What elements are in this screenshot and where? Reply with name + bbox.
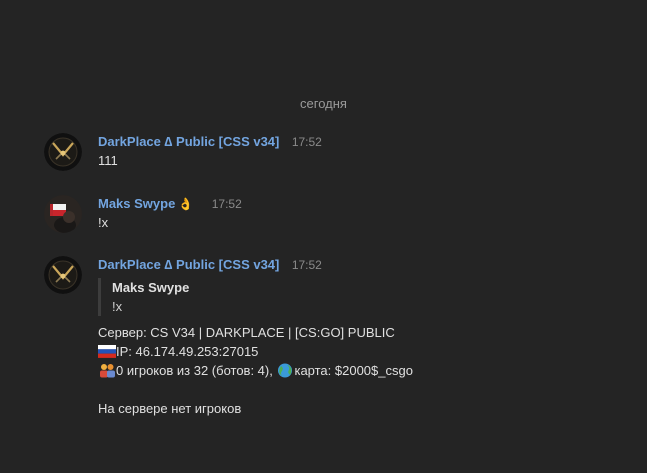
message: DarkPlace ∆ Public [CSS v34] 17:52 Maks … (44, 256, 624, 436)
server-line: Сервер: CS V34 | DARKPLACE | [CS:GO] PUB… (98, 325, 395, 340)
no-players-line: На сервере нет игроков (98, 401, 242, 416)
reply-quote[interactable]: Maks Swype !x (98, 278, 618, 316)
message-author[interactable]: Maks Swype (98, 196, 175, 211)
message-text: !x (98, 215, 109, 230)
ok-hand-icon: 👌 (178, 197, 194, 211)
date-divider: сегодня (300, 96, 347, 111)
message: Maks Swype 👌 17:52 !x (44, 195, 624, 235)
reply-text: !x (112, 299, 123, 314)
message-time: 17:52 (211, 197, 242, 211)
reply-author: Maks Swype (112, 280, 190, 295)
message-author[interactable]: DarkPlace ∆ Public [CSS v34] (98, 134, 279, 149)
avatar[interactable] (44, 133, 82, 171)
people-icon (100, 364, 115, 378)
russia-flag-icon (98, 345, 116, 358)
globe-icon (278, 363, 293, 378)
players-text: 0 игроков из 32 (ботов: 4), (116, 363, 277, 378)
chat-window: сегодня DarkPlace ∆ Public [CSS v34] 17:… (0, 0, 647, 473)
message-time: 17:52 (291, 258, 322, 272)
darkplace-logo-icon (44, 256, 82, 294)
map-text: карта: $2000$_csgo (294, 363, 413, 378)
darkplace-logo-icon (44, 133, 82, 171)
message-text: 111 (98, 153, 118, 168)
ip-line: IP: 46.174.49.253:27015 (98, 342, 618, 361)
avatar[interactable] (44, 256, 82, 294)
message-time: 17:52 (291, 135, 322, 149)
ip-text: IP: 46.174.49.253:27015 (116, 344, 259, 359)
user-avatar-icon (44, 195, 82, 233)
message-author[interactable]: DarkPlace ∆ Public [CSS v34] (98, 257, 279, 272)
message: DarkPlace ∆ Public [CSS v34] 17:52 111 (44, 133, 624, 173)
avatar[interactable] (44, 195, 82, 233)
players-line: 0 игроков из 32 (ботов: 4), карта: $2000… (98, 361, 618, 380)
